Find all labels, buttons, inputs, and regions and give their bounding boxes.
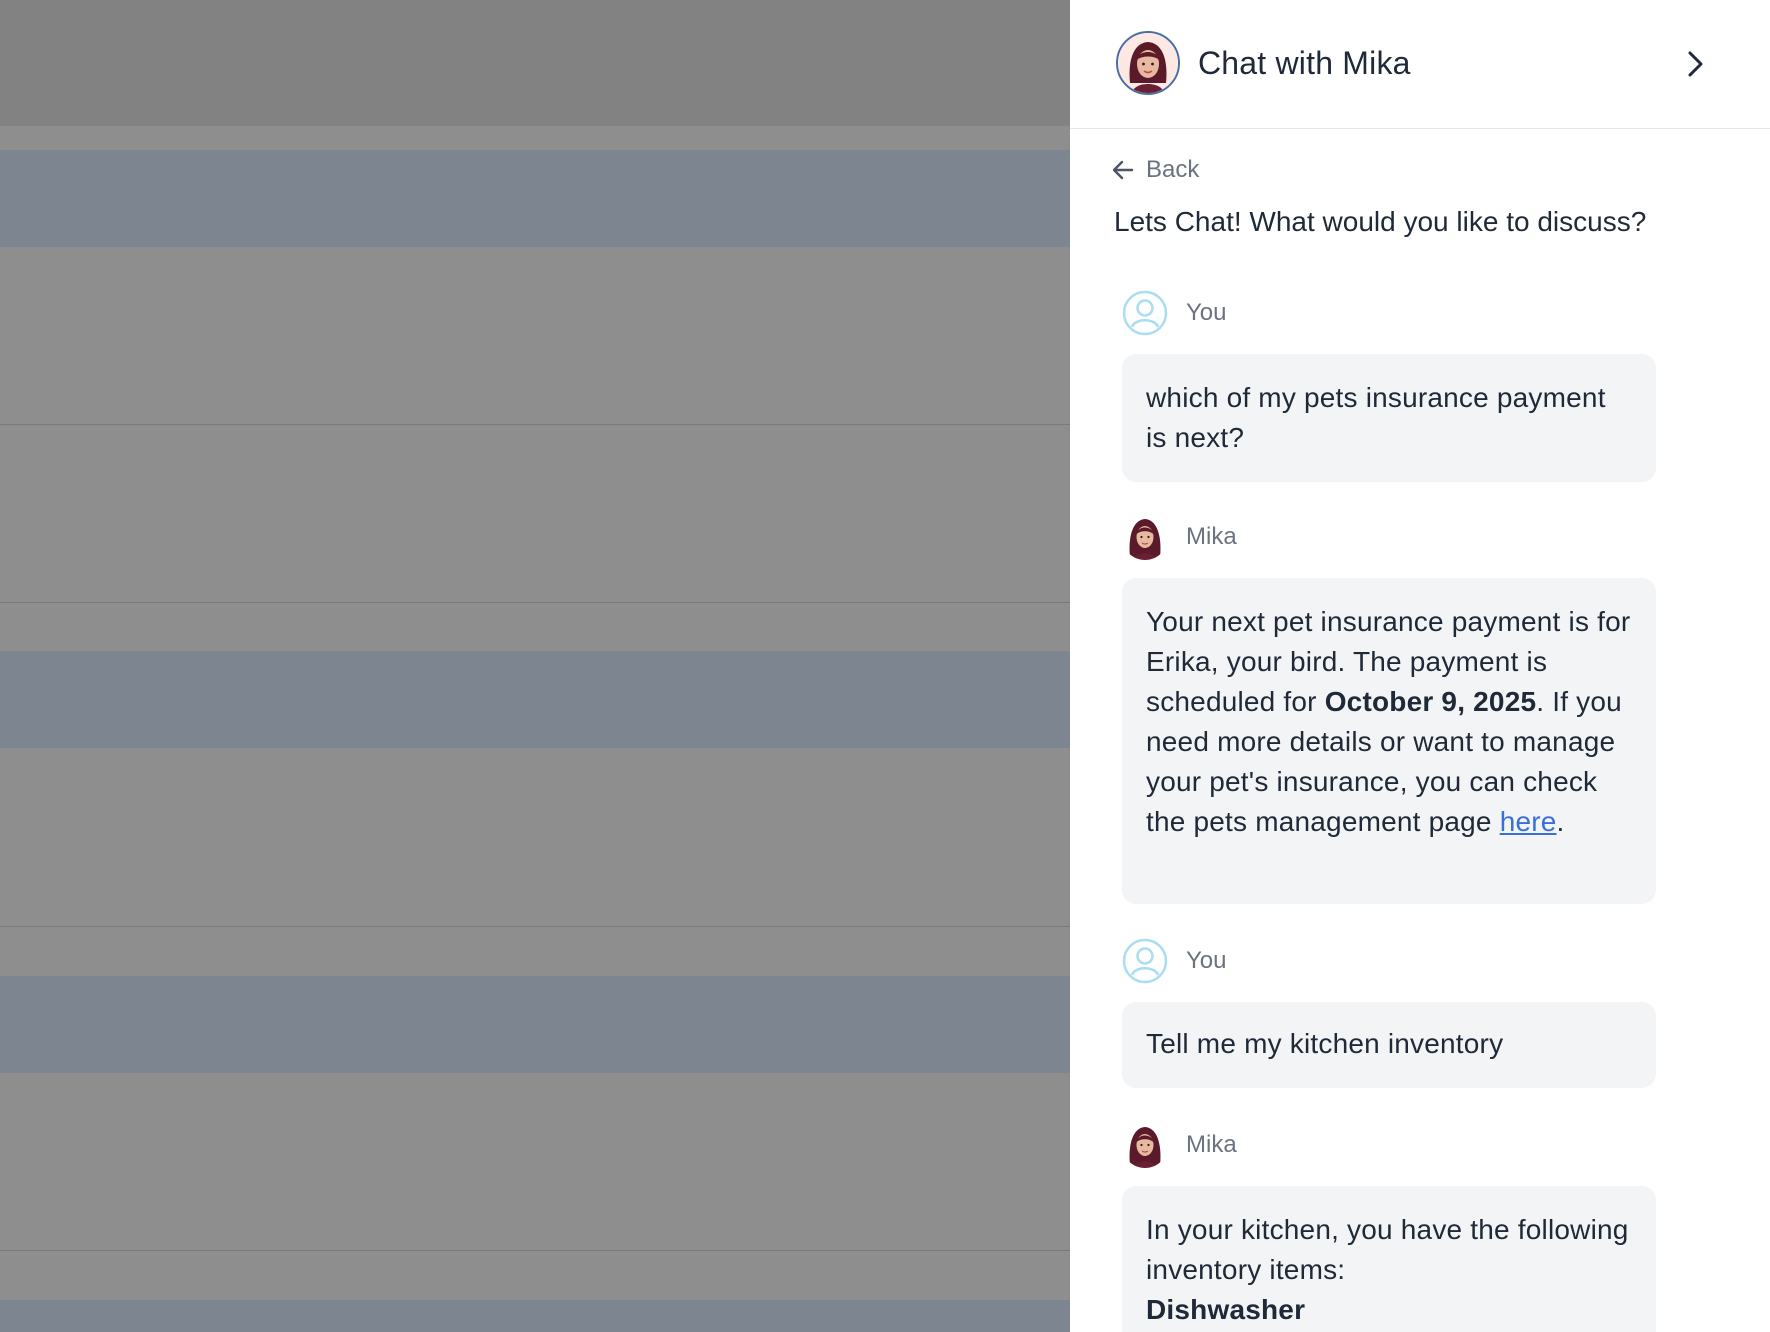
chat-header: Chat with Mika [1070, 0, 1770, 129]
chat-prompt: Lets Chat! What would you like to discus… [1114, 206, 1647, 237]
inventory-item: Dishwasher [1146, 1294, 1306, 1325]
message-sender: Mika [1122, 514, 1237, 560]
user-message-bubble: Tell me my kitchen inventory [1122, 1002, 1656, 1088]
chat-title: Chat with Mika [1198, 45, 1411, 81]
background-row-highlight [0, 976, 1070, 1073]
arrow-left-icon [1112, 160, 1134, 180]
back-label: Back [1146, 156, 1200, 183]
assistant-message-bubble: Your next pet insurance payment is for E… [1122, 578, 1656, 904]
background-divider [0, 926, 1070, 927]
sender-name: You [1186, 299, 1227, 326]
message-text: Tell me my kitchen inventory [1146, 1028, 1504, 1059]
user-avatar-icon [1122, 290, 1168, 336]
payment-date: October 9, 2025 [1324, 686, 1537, 717]
collapse-panel-button[interactable] [1676, 44, 1716, 84]
mika-avatar-icon [1122, 1122, 1168, 1168]
sender-name: You [1186, 947, 1227, 974]
sender-name: Mika [1186, 523, 1237, 550]
background-divider [0, 602, 1070, 603]
background-divider [0, 424, 1070, 425]
background-row-highlight [0, 150, 1070, 247]
message-text: In your kitchen, you have the following … [1146, 1214, 1629, 1285]
dimmed-background [0, 0, 1070, 1332]
background-row-highlight [0, 1300, 1070, 1332]
chat-panel: Chat with Mika Back Lets Chat! What woul… [1070, 0, 1770, 1332]
message-text: which of my pets insurance payment is ne… [1146, 382, 1606, 453]
message-sender: You [1122, 290, 1227, 336]
mika-avatar-icon [1122, 514, 1168, 560]
sender-name: Mika [1186, 1131, 1237, 1158]
assistant-message-bubble: In your kitchen, you have the following … [1122, 1186, 1656, 1332]
back-button[interactable]: Back [1110, 153, 1199, 187]
chevron-right-icon [1688, 51, 1703, 77]
background-divider [0, 1250, 1070, 1251]
background-header [0, 0, 1070, 126]
message-sender: Mika [1122, 1122, 1237, 1168]
pets-management-link[interactable]: here [1500, 806, 1557, 837]
background-row-highlight [0, 651, 1070, 748]
message-text: . [1556, 806, 1565, 837]
mika-avatar-icon [1116, 31, 1180, 95]
user-message-bubble: which of my pets insurance payment is ne… [1122, 354, 1656, 482]
user-avatar-icon [1122, 938, 1168, 984]
message-sender: You [1122, 938, 1227, 984]
